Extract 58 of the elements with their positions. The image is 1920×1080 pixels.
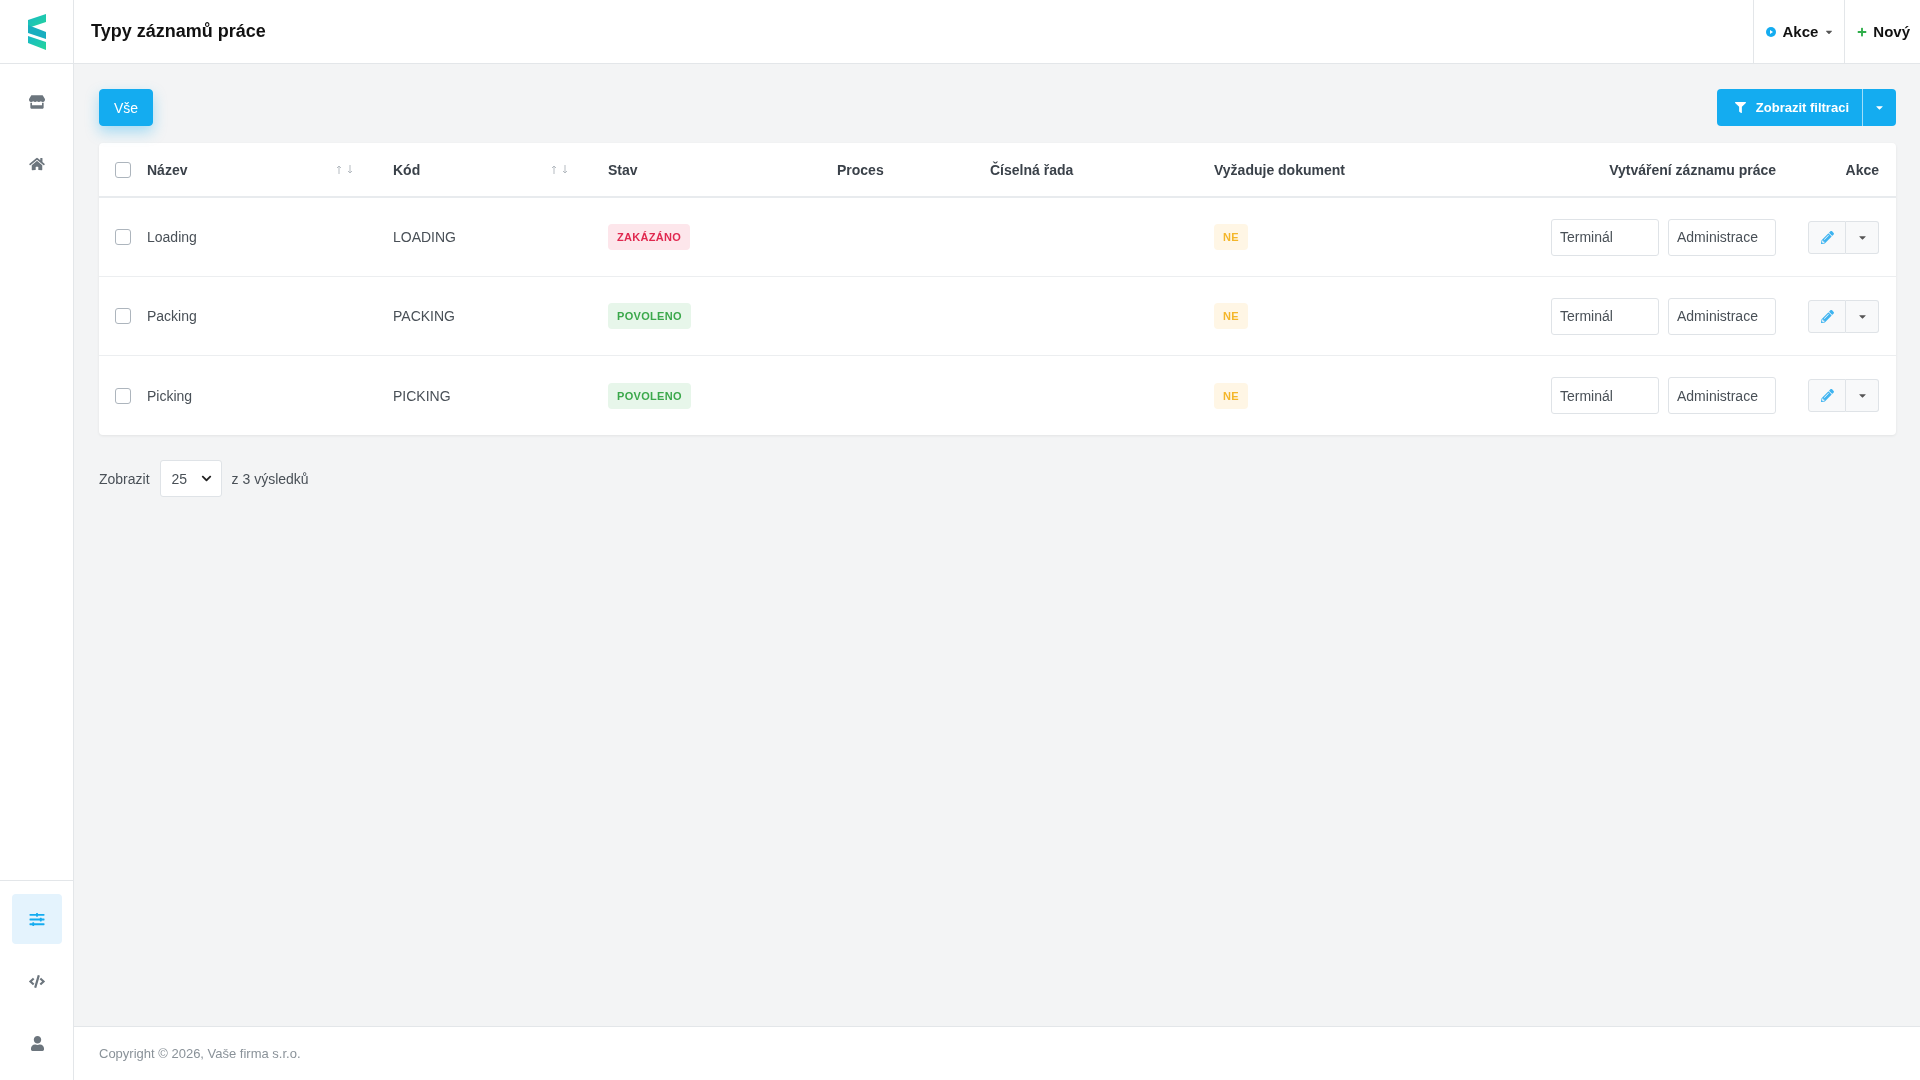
filter-dropdown-button[interactable] — [1862, 89, 1896, 126]
pencil-icon — [1820, 309, 1834, 323]
column-header: Vyžaduje dokument — [1214, 161, 1345, 178]
target-button[interactable]: Terminál — [1551, 377, 1659, 414]
edit-button[interactable] — [1808, 379, 1846, 412]
table-cell: Loading — [147, 229, 197, 245]
document-badge: NE — [1214, 224, 1248, 250]
document-badge: NE — [1214, 303, 1248, 329]
row-menu-button[interactable] — [1846, 379, 1879, 412]
target-button[interactable]: Terminál — [1551, 218, 1659, 256]
column-header: Stav — [608, 161, 638, 178]
checkbox[interactable] — [115, 229, 131, 245]
table-cell: PICKING — [393, 387, 451, 404]
sort-arrows-icon[interactable] — [336, 165, 353, 174]
row-menu-button[interactable] — [1846, 299, 1879, 333]
table-cell: LOADING — [393, 229, 456, 245]
target-button[interactable]: Administrace — [1668, 218, 1776, 256]
column-header: Proces — [837, 161, 884, 178]
play-circle-icon — [1766, 26, 1777, 37]
edit-button[interactable] — [1808, 299, 1846, 333]
page-title: Typy záznamů práce — [91, 21, 266, 42]
table-cell: PACKING — [393, 308, 455, 324]
page-size-select[interactable]: 25 — [159, 460, 222, 497]
column-header: Akce — [1845, 161, 1879, 178]
code-icon — [29, 974, 45, 988]
logo-icon — [27, 13, 46, 50]
status-badge: ZAKÁZÁNO — [608, 224, 691, 250]
edit-button[interactable] — [1808, 220, 1846, 254]
store-icon — [29, 95, 45, 109]
table-cell: Picking — [147, 387, 193, 404]
sidebar-nav-button[interactable] — [12, 894, 62, 944]
status-badge: POVOLENO — [608, 382, 691, 409]
results-count: z 3 výsledků — [231, 470, 309, 487]
page-size-label: Zobrazit — [99, 470, 150, 487]
column-header: Číselná řada — [990, 161, 1074, 178]
checkbox[interactable] — [115, 387, 131, 404]
column-header: Název — [147, 161, 188, 178]
column-header: Kód — [393, 161, 421, 178]
row-menu-button[interactable] — [1846, 220, 1879, 254]
table-cell: Packing — [147, 308, 197, 324]
checkbox[interactable] — [115, 161, 131, 178]
target-button[interactable]: Administrace — [1668, 297, 1776, 335]
filter-icon — [1734, 102, 1746, 113]
user-icon — [30, 1035, 44, 1051]
sliders-icon — [29, 911, 45, 927]
chevron-down-icon — [200, 473, 212, 484]
target-button[interactable]: Administrace — [1668, 377, 1776, 414]
checkbox[interactable] — [115, 308, 131, 324]
column-header: Vytváření záznamu práce — [1609, 161, 1776, 178]
pencil-icon — [1820, 230, 1834, 244]
plus-icon — [1857, 26, 1868, 37]
document-badge: NE — [1214, 382, 1248, 409]
target-button[interactable]: Terminál — [1551, 297, 1659, 335]
pencil-icon — [1820, 389, 1834, 402]
sort-arrows-icon[interactable] — [551, 165, 568, 174]
home-icon — [29, 157, 45, 171]
status-badge: POVOLENO — [608, 303, 691, 329]
copyright-text: Copyright © 2026, Vaše firma s.r.o. — [99, 1046, 301, 1061]
